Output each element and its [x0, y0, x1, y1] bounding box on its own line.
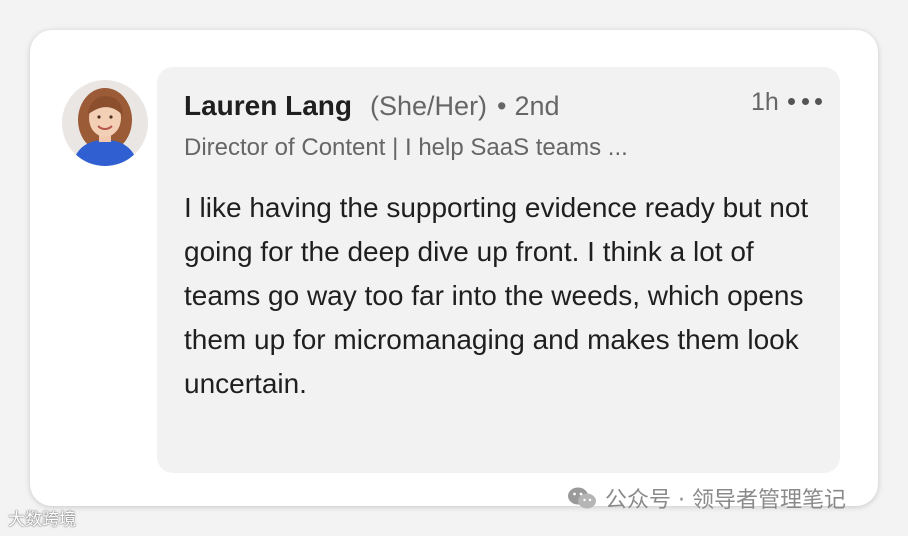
- watermark-official-account: 公众号 · 领导者管理笔记: [567, 482, 846, 514]
- profile-photo-icon: [62, 80, 148, 166]
- avatar[interactable]: [62, 80, 148, 166]
- comment-timestamp: 1h: [751, 88, 779, 116]
- more-horizontal-icon[interactable]: [788, 94, 822, 108]
- more-dot: [815, 97, 822, 105]
- author-pronouns: (She/Her): [370, 91, 488, 121]
- wechat-icon: [568, 487, 596, 509]
- connection-degree: 2nd: [514, 91, 560, 121]
- watermark-left-text: 大数跨境: [8, 510, 76, 530]
- more-dot: [788, 97, 795, 105]
- more-dot: [801, 97, 809, 105]
- author-name[interactable]: Lauren Lang: [184, 90, 352, 122]
- watermark-brand: 大数跨境: [8, 505, 76, 530]
- comment-text: I like having the supporting evidence re…: [184, 192, 809, 399]
- author-row: Lauren Lang (She/Her) • 2nd: [184, 90, 560, 130]
- watermark-right-text: 公众号 · 领导者管理笔记: [605, 488, 846, 513]
- separator-dot: •: [497, 91, 507, 121]
- author-headline: Director of Content | I help SaaS teams …: [184, 134, 628, 161]
